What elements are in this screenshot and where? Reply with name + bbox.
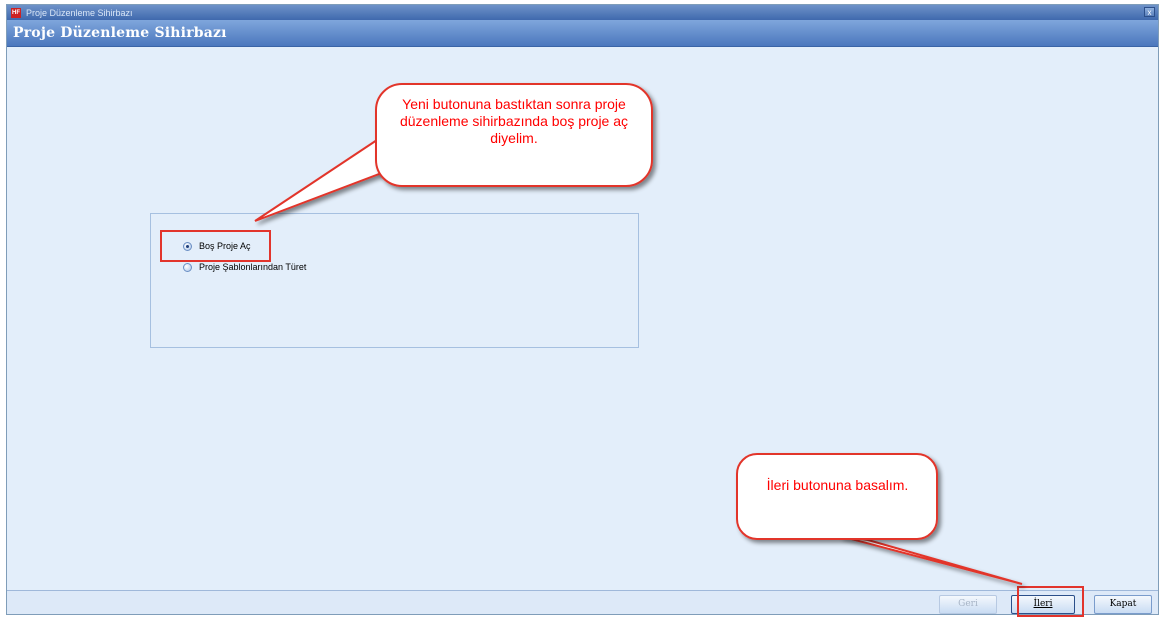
callout-bottom-bubble	[736, 453, 938, 540]
callout-shapes	[254, 83, 1023, 585]
callout-bottom-pointer	[839, 535, 1023, 585]
callout-bottom-text: İleri butonuna basalım.	[766, 477, 909, 493]
callout-top-text: Yeni butonuna bastıktan sonra proje düze…	[399, 96, 629, 146]
callout-top-pointer	[254, 136, 397, 222]
